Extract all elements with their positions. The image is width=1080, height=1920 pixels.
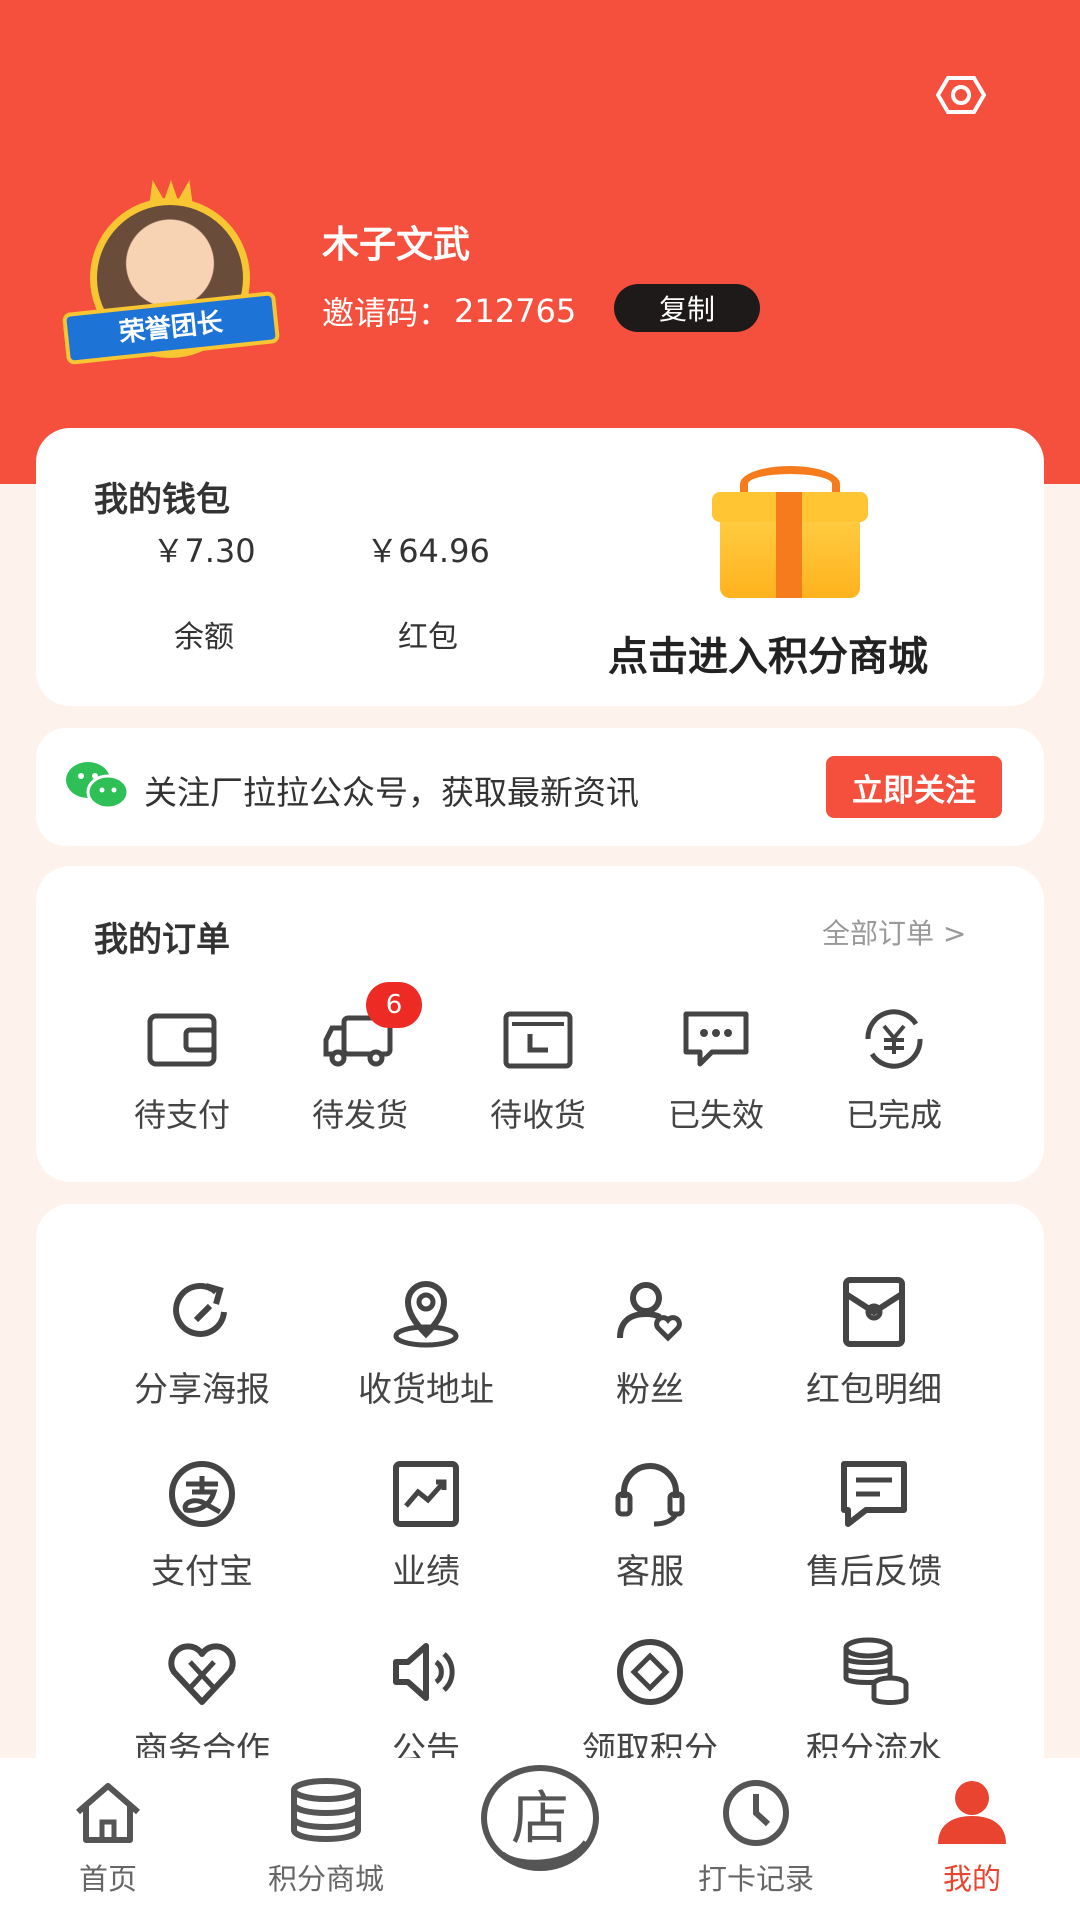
order-expired-label: 已失效 [667,1096,764,1134]
wechat-icon [66,762,130,810]
tab-mine-label: 我的 [942,1862,1001,1896]
wallet-red-packet-amount: ￥64.96 [366,532,490,570]
alipay-icon [169,1461,235,1527]
tool-address[interactable]: 收货地址 [326,1272,526,1411]
order-completed[interactable]: 已完成 [824,1006,964,1136]
username: 木子文武 [322,223,470,266]
orders-title: 我的订单 [94,920,230,960]
tool-label: 售后反馈 [806,1552,942,1592]
tool-label: 红包明细 [806,1370,942,1410]
all-orders-link[interactable]: 全部订单 > [822,912,966,952]
order-pending-payment-label: 待支付 [133,1096,230,1134]
diamond-icon [617,1639,683,1705]
tools-card: 分享海报 收货地址 粉丝 红包明细 支付宝 业绩 客服 售后反馈 商务合作 公告… [36,1204,1044,1770]
tool-label: 业绩 [392,1552,460,1592]
coin-stack-icon [843,1637,909,1705]
wallet-red-packet[interactable]: ￥64.96 红包 [328,526,528,656]
tool-label: 粉丝 [616,1370,684,1410]
bottom-tab-bar: 首页 积分商城 店 打卡记录 我的 [0,1758,1080,1920]
wallet-red-packet-label: 红包 [398,620,458,655]
handshake-icon [168,1643,236,1705]
tool-points-history[interactable]: 积分流水 [774,1632,974,1771]
store-icon: 店 [481,1765,599,1871]
home-icon [76,1783,140,1843]
headset-icon [615,1463,685,1527]
user-icon [938,1781,1006,1844]
wallet-balance-label: 余额 [174,620,234,655]
invite-code-value: 212765 [454,292,577,330]
tab-home[interactable]: 首页 [18,1778,198,1898]
tab-home-label: 首页 [78,1862,137,1896]
gift-icon[interactable] [712,466,868,598]
yen-refresh-icon [865,1009,923,1069]
coins-icon [291,1778,361,1842]
invite-code-label: 邀请码： [322,294,451,332]
tool-announcement[interactable]: 公告 [326,1632,526,1771]
tab-check-in-records-label: 打卡记录 [697,1862,814,1896]
box-icon [503,1011,573,1069]
order-pending-receipt-label: 待收货 [489,1096,586,1134]
wallet-balance[interactable]: ￥7.30 余额 [104,526,304,656]
order-completed-label: 已完成 [845,1096,942,1134]
red-packet-icon [843,1277,905,1347]
tool-fans[interactable]: 粉丝 [550,1272,750,1411]
chart-icon [393,1461,459,1527]
tool-share-poster[interactable]: 分享海报 [102,1272,302,1411]
orders-card: 我的订单 全部订单 > 待支付 待发货 待收货 已失效 已完成 6 [36,866,1044,1182]
tab-points-mall[interactable]: 积分商城 [236,1778,416,1898]
invite-code-row: 邀请码： 212765 [322,288,576,334]
message-icon [841,1461,907,1527]
tool-business-cooperation[interactable]: 商务合作 [102,1632,302,1771]
tool-claim-points[interactable]: 领取积分 [550,1632,750,1771]
wallet-icon [147,1013,217,1067]
share-refresh-icon [173,1283,227,1337]
tool-red-packet-detail[interactable]: 红包明细 [774,1272,974,1411]
tool-label: 收货地址 [358,1370,494,1410]
fans-heart-icon [617,1282,682,1342]
wallet-balance-amount: ￥7.30 [152,532,256,570]
wallet-title: 我的钱包 [94,480,230,520]
tool-performance[interactable]: 业绩 [326,1454,526,1593]
follow-text: 关注厂拉拉公众号，获取最新资讯 [144,773,639,812]
order-pending-receipt[interactable]: 待收货 [468,1006,608,1136]
wallet-card: 我的钱包 ￥7.30 余额 ￥64.96 红包 点击进入积分商城 [36,428,1044,706]
speaker-icon [393,1643,455,1701]
store-label: 店 [511,1784,569,1852]
copy-button[interactable]: 复制 [614,284,760,332]
clock-icon [723,1780,789,1846]
tool-customer-service[interactable]: 客服 [550,1454,750,1593]
tab-check-in-records[interactable]: 打卡记录 [666,1778,846,1898]
tab-store[interactable]: 店 [478,1756,602,1880]
pending-shipment-count-badge: 6 [366,982,422,1028]
tab-points-mall-label: 积分商城 [267,1862,384,1896]
location-pin-icon [393,1281,459,1348]
avatar[interactable]: 荣誉团长 [44,180,298,366]
tool-label: 支付宝 [151,1552,253,1592]
follow-button[interactable]: 立即关注 [826,756,1002,818]
tool-label: 分享海报 [134,1370,270,1410]
tab-mine[interactable]: 我的 [882,1778,1062,1898]
chat-bubble-icon [683,1011,749,1067]
order-pending-payment[interactable]: 待支付 [112,1006,252,1136]
settings-icon [936,76,986,114]
tool-label: 客服 [616,1552,684,1592]
points-mall-entry[interactable]: 点击进入积分商城 [608,624,928,682]
tool-alipay[interactable]: 支付宝 [102,1454,302,1593]
tool-after-sales-feedback[interactable]: 售后反馈 [774,1454,974,1593]
settings-button[interactable] [928,68,994,122]
order-pending-shipment-label: 待发货 [311,1096,408,1134]
follow-banner: 关注厂拉拉公众号，获取最新资讯 立即关注 [36,728,1044,846]
order-expired[interactable]: 已失效 [646,1006,786,1136]
